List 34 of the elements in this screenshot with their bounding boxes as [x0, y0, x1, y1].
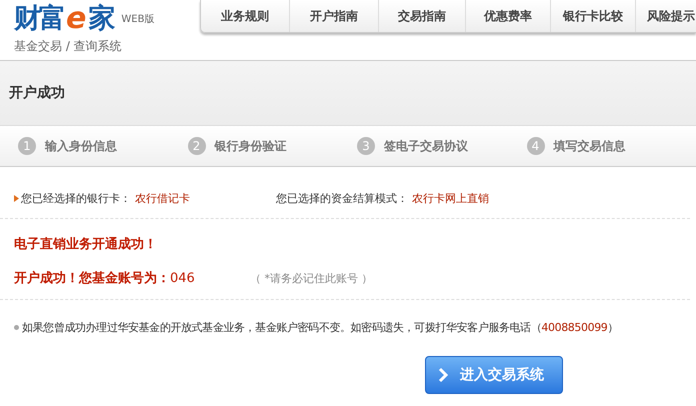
step-number: 1: [18, 137, 36, 155]
nav-tab[interactable]: 风险提示: [635, 0, 696, 32]
edition-label: WEB版: [121, 13, 154, 26]
logo-subtitle: 基金交易 / 查询系统: [14, 38, 123, 55]
step-number: 3: [357, 137, 375, 155]
step-label: 填写交易信息: [554, 138, 626, 154]
note-text: 如果您曾成功办理过华安基金的开放式基金业务，基金账户密码不变。如密码遗失，可拨打华安客户服务电话（: [22, 320, 542, 335]
nav-tab[interactable]: 交易指南: [378, 0, 465, 32]
page-title: 开户成功: [9, 84, 65, 102]
account-hint: （ *请务必记住此账号 ）: [250, 270, 372, 286]
account-label: 开户成功！您基金账号为：: [14, 270, 170, 287]
nav-tab[interactable]: 业务规则: [201, 0, 289, 32]
success-message: 电子直销业务开通成功！: [13, 236, 158, 253]
note-text: ）: [607, 320, 618, 335]
logo-text: 财富: [14, 4, 64, 34]
selection-value: 农行借记卡: [135, 191, 190, 206]
step-label: 签电子交易协议: [384, 138, 468, 154]
nav-tab[interactable]: 开户指南: [289, 0, 378, 32]
nav-tab[interactable]: 优惠费率: [465, 0, 550, 32]
selection-label: 您已选择的资金结算模式：: [276, 191, 408, 206]
step-label: 输入身份信息: [45, 138, 117, 154]
logo-text: e: [66, 4, 86, 34]
arrow-icon: [14, 195, 19, 202]
step-number: 4: [526, 137, 544, 155]
bullet-icon: [14, 325, 19, 330]
chevron-icon: [438, 367, 448, 383]
step-number: 2: [188, 137, 206, 155]
step-label: 银行身份验证: [214, 138, 286, 154]
selection-value: 农行卡网上直销: [412, 191, 489, 206]
nav-tab[interactable]: 银行卡比较: [550, 0, 635, 32]
logo-text: 家: [88, 4, 114, 34]
selection-label: 您已经选择的银行卡：: [21, 191, 131, 206]
account-number: 046: [170, 270, 196, 286]
phone-number: 4008850099: [541, 321, 608, 334]
